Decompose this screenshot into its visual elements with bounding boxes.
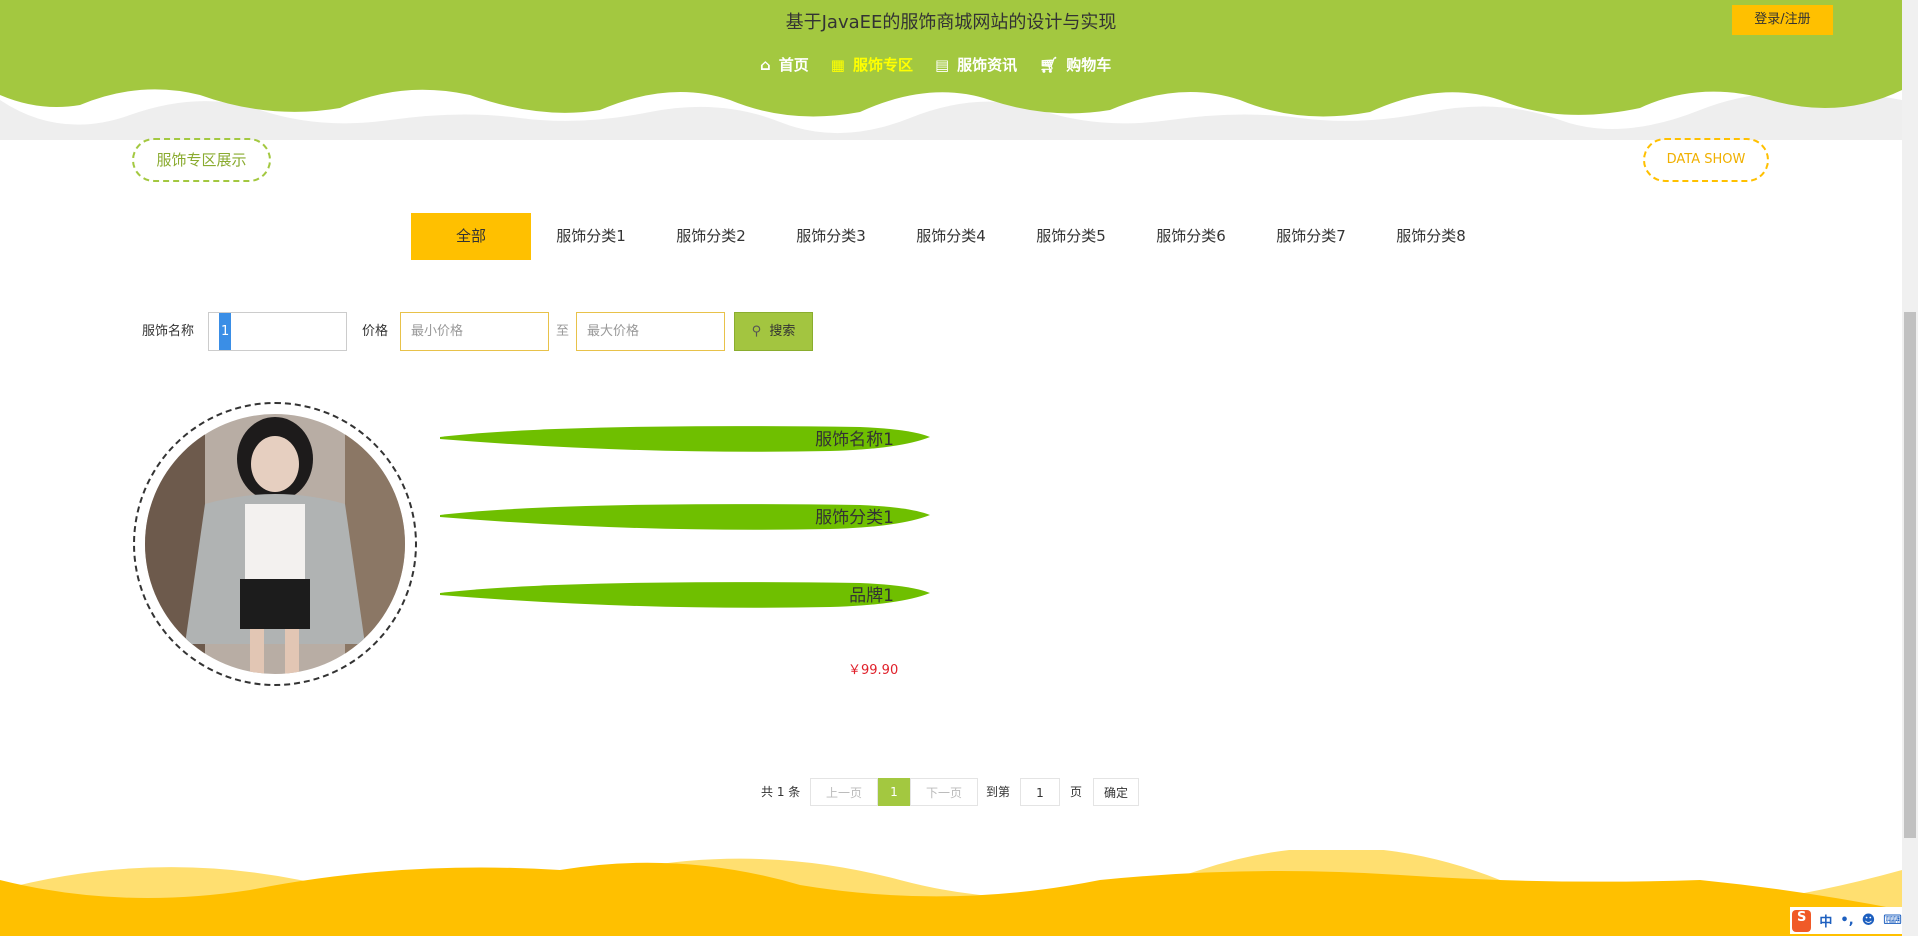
footer-wave-background [0,850,1902,936]
confirm-page-button[interactable]: 确定 [1093,778,1139,806]
max-price-input[interactable]: 最大价格 [576,312,725,351]
tab-category-3[interactable]: 服饰分类3 [771,213,891,260]
total-count: 共 1 条 [761,785,801,799]
nav-clothing-zone[interactable]: ▦ 服饰专区 [831,54,913,75]
tab-category-7[interactable]: 服饰分类7 [1251,213,1371,260]
tab-category-8[interactable]: 服饰分类8 [1371,213,1491,260]
tab-category-1[interactable]: 服饰分类1 [531,213,651,260]
brand-brush-stroke: 品牌1 [440,571,930,615]
goto-label: 到第 [986,785,1011,799]
name-input[interactable]: 1 [208,312,347,351]
nav-home[interactable]: ⌂ 首页 [760,54,809,75]
page-1-button[interactable]: 1 [878,778,910,806]
sogou-logo-icon: S [1792,909,1812,932]
search-icon: ⚲ [751,324,762,339]
product-price: ￥99.90 [848,663,899,678]
tab-category-2[interactable]: 服饰分类2 [651,213,771,260]
scrollbar[interactable] [1902,0,1918,936]
keyboard-icon: ⌨ [1883,913,1902,928]
product-name[interactable]: 服饰名称1 [815,425,894,450]
scrollbar-thumb[interactable] [1904,312,1916,838]
login-register-button[interactable]: 登录/注册 [1732,5,1833,35]
page-unit-label: 页 [1070,785,1083,799]
tab-all[interactable]: 全部 [411,213,531,260]
next-page-button[interactable]: 下一页 [910,778,978,806]
tab-category-6[interactable]: 服饰分类6 [1131,213,1251,260]
to-label: 至 [556,324,570,339]
name-brush-stroke: 服饰名称1 [440,415,930,459]
price-label: 价格 [362,324,389,339]
search-button[interactable]: ⚲ 搜索 [734,312,813,351]
nav-news[interactable]: ▤ 服饰资讯 [935,54,1017,75]
product-category: 服饰分类1 [815,508,894,528]
data-show-label: DATA SHOW [1643,138,1769,182]
emoji-icon: ☻ [1861,913,1876,928]
tab-category-5[interactable]: 服饰分类5 [1011,213,1131,260]
cart-icon: 🛒︎ [1039,55,1059,74]
ime-toolbar[interactable]: S 中 •, ☻ ⌨ [1790,907,1902,934]
grid-icon: ▦ [830,55,845,74]
tab-category-4[interactable]: 服饰分类4 [891,213,1011,260]
page-number-input[interactable]: 1 [1020,778,1060,806]
product-image [145,414,405,674]
product-brand: 品牌1 [849,586,894,606]
nav-cart[interactable]: 🛒︎ 购物车 [1039,54,1111,75]
home-icon: ⌂ [760,55,771,74]
name-label: 服饰名称 [142,324,195,339]
category-tabs: 全部 服饰分类1 服饰分类2 服饰分类3 服饰分类4 服饰分类5 服饰分类6 服… [411,213,1491,260]
news-icon: ▤ [934,55,950,74]
prev-page-button[interactable]: 上一页 [810,778,878,806]
site-title: 基于JavaEE的服饰商城网站的设计与实现 [785,12,1117,33]
section-title: 服饰专区展示 [132,138,271,182]
product-image-frame[interactable] [133,402,417,686]
category-brush-stroke: 服饰分类1 [440,493,930,537]
main-nav: ⌂ 首页 ▦ 服饰专区 ▤ 服饰资讯 🛒︎ 购物车 [760,54,1111,75]
min-price-input[interactable]: 最小价格 [400,312,549,351]
